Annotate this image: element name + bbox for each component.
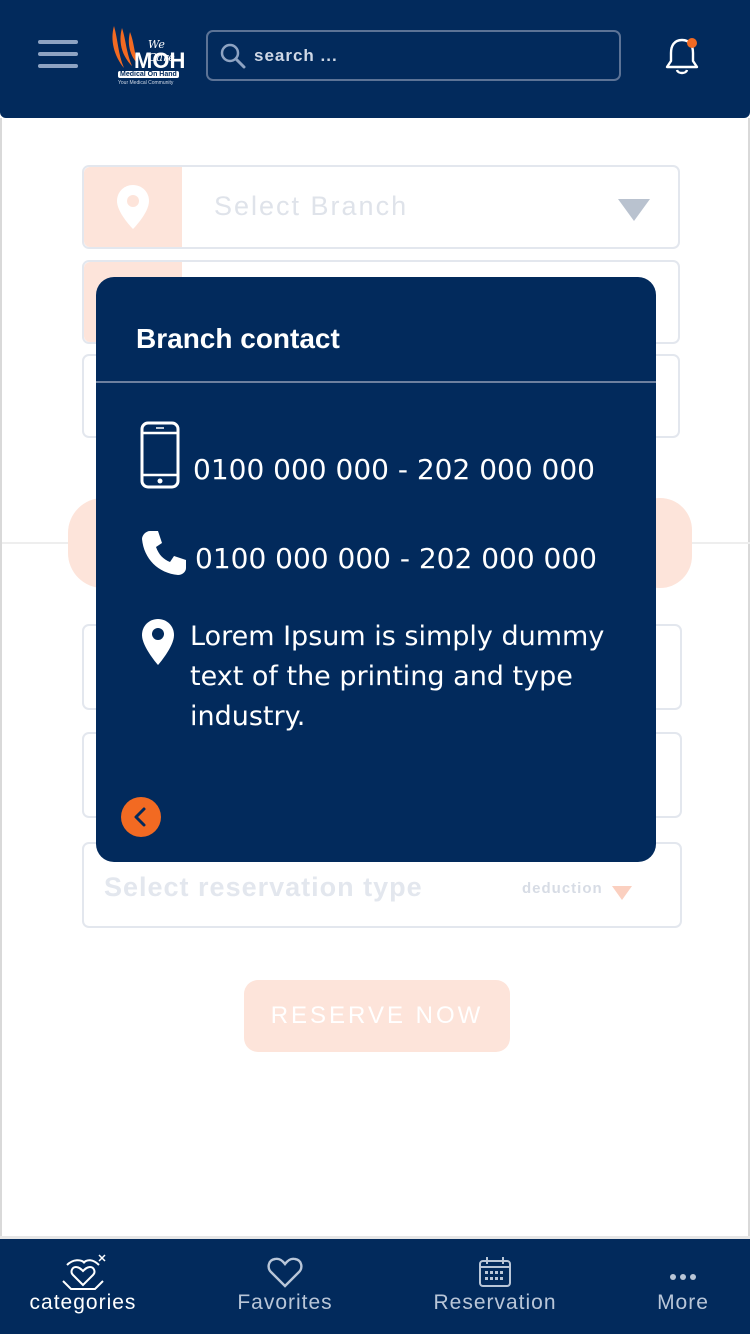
bottom-navigation: categories Favorites Reservation More xyxy=(0,1236,750,1334)
more-dots-icon xyxy=(670,1274,696,1280)
nav-item-reservation[interactable]: Reservation xyxy=(425,1239,565,1334)
search-icon[interactable] xyxy=(220,43,246,69)
phone-icon xyxy=(142,531,186,575)
chevron-left-icon xyxy=(134,807,146,827)
modal-divider xyxy=(96,381,656,383)
nav-label-categories: categories xyxy=(29,1291,137,1314)
deduction-label: deduction xyxy=(522,880,603,897)
reserve-now-button[interactable]: RESERVE NOW xyxy=(244,980,510,1052)
hamburger-menu-icon[interactable] xyxy=(38,40,78,70)
branch-select[interactable]: Select Branch xyxy=(82,165,680,249)
mobile-number[interactable]: 0100 000 000 - 202 000 000 xyxy=(193,453,595,486)
logo-name: Medical On Hand xyxy=(118,71,179,78)
back-button[interactable] xyxy=(121,797,161,837)
phone-number[interactable]: 0100 000 000 - 202 000 000 xyxy=(195,542,597,575)
nav-item-favorites[interactable]: Favorites xyxy=(220,1239,350,1334)
mobile-phone-icon xyxy=(140,421,180,489)
chevron-down-icon xyxy=(612,886,632,900)
app-header: We Care MOH Medical On Hand Your Medical… xyxy=(0,0,750,118)
branch-contact-modal: Branch contact 0100 000 000 - 202 000 00… xyxy=(96,277,656,862)
reservation-type-placeholder: Select reservation type xyxy=(104,872,423,902)
search-input[interactable] xyxy=(254,40,604,72)
modal-title: Branch contact xyxy=(136,323,340,354)
nav-item-categories[interactable]: categories xyxy=(18,1239,148,1334)
chevron-down-icon xyxy=(618,199,650,221)
categories-icon xyxy=(62,1254,106,1290)
location-pin-icon xyxy=(142,619,174,665)
nav-label-favorites: Favorites xyxy=(237,1291,333,1314)
calendar-icon xyxy=(479,1257,511,1287)
logo-subtitle: Your Medical Community xyxy=(118,80,174,86)
branch-location-icon xyxy=(84,167,182,247)
branch-address: Lorem Ipsum is simply dummy text of the … xyxy=(190,621,605,732)
app-logo[interactable]: We Care MOH Medical On Hand Your Medical… xyxy=(108,22,185,88)
nav-item-more[interactable]: More xyxy=(640,1239,726,1334)
heart-icon xyxy=(267,1257,303,1288)
nav-label-more: More xyxy=(657,1291,709,1314)
nav-label-reservation: Reservation xyxy=(433,1291,557,1314)
branch-select-placeholder: Select Branch xyxy=(214,191,409,221)
search-bar[interactable] xyxy=(206,30,621,81)
notification-bell-icon[interactable] xyxy=(664,36,700,76)
